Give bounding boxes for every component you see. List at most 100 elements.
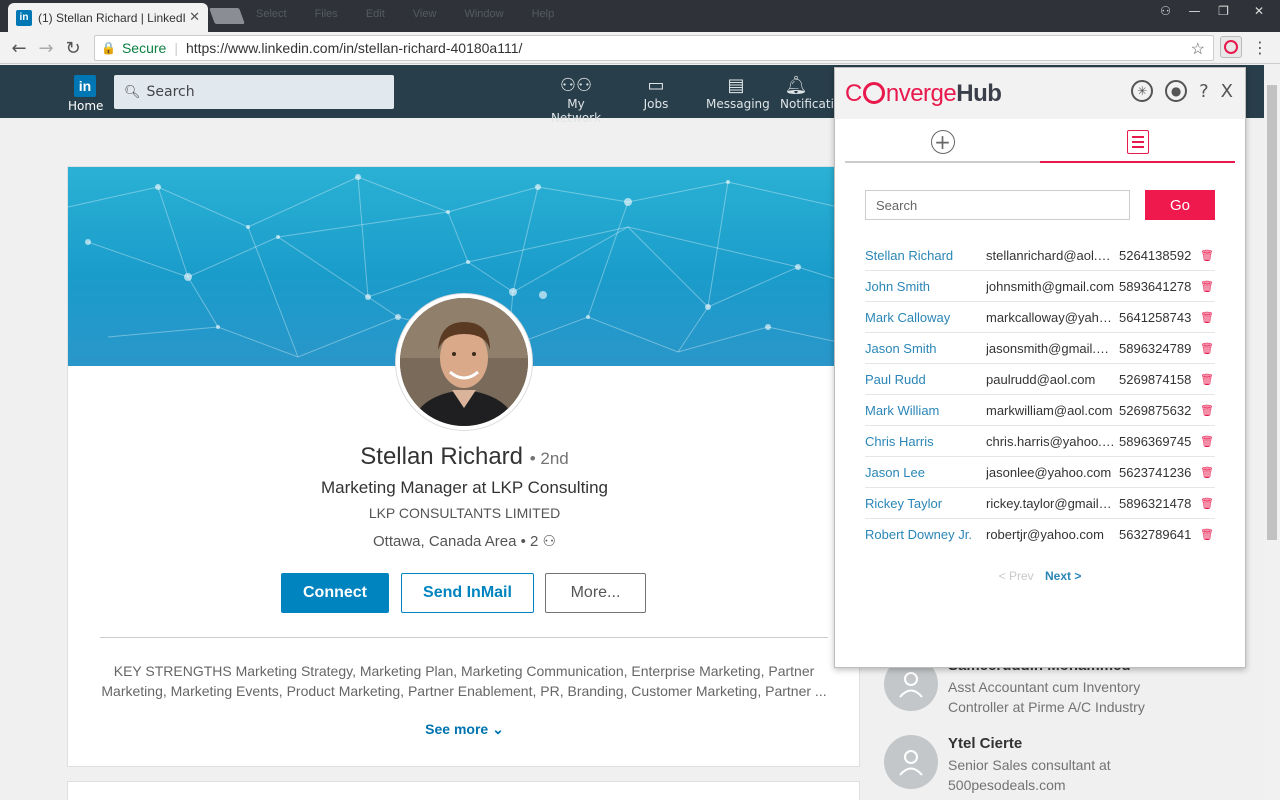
reload-icon[interactable]: ↻ (62, 37, 84, 59)
trash-icon[interactable]: 🗑︎ (1199, 249, 1215, 262)
contact-email: chris.harris@yahoo.com (986, 433, 1119, 449)
contact-phone: 5893641278 (1119, 278, 1192, 294)
plus-icon: + (930, 130, 955, 154)
contact-row: Jason Lee jasonlee@yahoo.com 5623741236 … (865, 457, 1215, 488)
bell-icon: 🔔︎ (784, 75, 808, 96)
forward-arrow-icon[interactable]: → (35, 37, 57, 59)
contact-email: stellanrichard@aol.com (986, 247, 1119, 263)
trash-icon[interactable]: 🗑︎ (1199, 342, 1215, 355)
menu-item[interactable]: Select (256, 8, 287, 20)
browser-tab[interactable]: in (1) Stellan Richard | LinkedIn ✕ (8, 3, 208, 32)
url-text: https://www.linkedin.com/in/stellan-rich… (185, 40, 523, 56)
connect-button[interactable]: Connect (281, 573, 389, 613)
menu-item[interactable]: Window (464, 8, 503, 20)
window-close-icon[interactable]: ✕ (1238, 0, 1280, 22)
contact-email: markwilliam@aol.com (986, 402, 1113, 418)
convergehub-tabs: + (845, 123, 1235, 163)
avatar-placeholder-icon (884, 735, 938, 789)
linkedin-search-input[interactable]: 🔍︎ Search (114, 75, 394, 109)
prev-page-link[interactable]: < Prev (999, 569, 1034, 583)
tab-title: (1) Stellan Richard | LinkedIn (38, 10, 186, 25)
nav-jobs[interactable]: ▭ Jobs (641, 75, 671, 111)
page-scrollbar[interactable] (1264, 65, 1280, 800)
contact-name-link[interactable]: Jason Lee (865, 465, 986, 480)
contact-search-input[interactable]: Search (865, 190, 1130, 220)
nav-messaging[interactable]: ▤ Messaging (706, 75, 770, 111)
people-also-viewed-item[interactable]: Ytel Cierte Senior Sales consultant at 5… (884, 735, 1184, 795)
new-tab-button[interactable] (209, 8, 245, 24)
browser-tab-bar: in (1) Stellan Richard | LinkedIn ✕ Sele… (0, 0, 1280, 32)
help-icon[interactable]: ? (1199, 81, 1209, 102)
profile-summary: KEY STRENGTHS Marketing Strategy, Market… (101, 663, 827, 699)
trash-icon[interactable]: 🗑︎ (1199, 373, 1215, 386)
contact-row: Rickey Taylor rickey.taylor@gmail.com 58… (865, 488, 1215, 519)
url-input[interactable]: 🔒 Secure | https://www.linkedin.com/in/s… (94, 35, 1214, 61)
close-icon[interactable]: X (1221, 81, 1233, 102)
convergehub-header: CnvergeHub ✳ ● ? X (835, 68, 1245, 119)
contact-row: Stellan Richard stellanrichard@aol.com 5… (865, 240, 1215, 271)
window-controls: ⚇ — ❐ ✕ (1151, 0, 1280, 22)
trash-icon[interactable]: 🗑︎ (1199, 497, 1215, 510)
menu-item[interactable]: Edit (366, 8, 385, 20)
send-inmail-button[interactable]: Send InMail (401, 573, 534, 613)
scrollbar-thumb[interactable] (1267, 85, 1277, 540)
nav-my-network[interactable]: ⚇⚇ My Network (543, 75, 609, 125)
contact-name-link[interactable]: Stellan Richard (865, 248, 986, 263)
person-headline: Asst Accountant cum Inventory Controller… (948, 679, 1145, 715)
nav-notifications[interactable]: 🔔︎ Notifications (780, 75, 834, 111)
contact-name-link[interactable]: Mark William (865, 403, 986, 418)
trash-icon[interactable]: 🗑︎ (1199, 466, 1215, 479)
divider (100, 637, 828, 638)
bookmark-star-icon[interactable]: ☆ (1191, 39, 1205, 59)
menu-item[interactable]: View (413, 8, 437, 20)
menu-item[interactable]: Help (532, 8, 555, 20)
profile-photo[interactable] (396, 294, 532, 430)
contact-name-link[interactable]: Jason Smith (865, 341, 986, 356)
trash-icon[interactable]: 🗑︎ (1199, 528, 1215, 541)
settings-wheel-icon[interactable]: ✳ (1131, 80, 1154, 102)
browser-menu-icon[interactable]: ⋮ (1252, 38, 1268, 57)
contact-row: Jason Smith jasonsmith@gmail.com 5896324… (865, 333, 1215, 364)
trash-icon[interactable]: 🗑︎ (1199, 280, 1215, 293)
logo-hub: Hub (956, 80, 1002, 107)
tab-add-contact[interactable]: + (845, 123, 1040, 163)
trash-icon[interactable]: 🗑︎ (1199, 435, 1215, 448)
tab-close-icon[interactable]: ✕ (189, 10, 200, 25)
see-more-link[interactable]: See more ⌄ (68, 721, 861, 738)
profile-headline: Marketing Manager at LKP Consulting (321, 478, 608, 497)
menu-item[interactable]: Files (315, 8, 338, 20)
header-actions: ✳ ● ? X (1131, 80, 1233, 102)
contact-email: jasonsmith@gmail.com (986, 340, 1119, 356)
contact-name-link[interactable]: Paul Rudd (865, 372, 986, 387)
profile-location-row: Ottawa, Canada Area • 2 ⚇ (68, 532, 861, 550)
back-arrow-icon[interactable]: ← (8, 37, 30, 59)
tab-contact-list[interactable] (1040, 123, 1235, 163)
user-icon[interactable]: ⚇ (1151, 0, 1180, 22)
contact-name-link[interactable]: Robert Downey Jr. (865, 527, 986, 542)
next-page-link[interactable]: Next > (1045, 569, 1081, 583)
minimize-icon[interactable]: — (1180, 0, 1209, 22)
convergehub-extension-icon[interactable] (1220, 36, 1242, 58)
contact-name-link[interactable]: John Smith (865, 279, 986, 294)
person-name[interactable]: Ytel Cierte (948, 735, 1022, 752)
address-bar-row: ← → ↻ 🔒 Secure | https://www.linkedin.co… (0, 32, 1280, 64)
trash-icon[interactable]: 🗑︎ (1199, 311, 1215, 324)
contact-name-link[interactable]: Mark Calloway (865, 310, 986, 325)
profile-name: Stellan Richard • 2nd (68, 443, 861, 471)
connections-count[interactable]: • 2 (521, 533, 539, 550)
more-button[interactable]: More... (545, 573, 646, 613)
profile-photo-image (400, 298, 528, 426)
nav-label: Jobs (643, 97, 669, 111)
nav-home[interactable]: in Home (68, 75, 103, 113)
contact-row: Mark Calloway markcalloway@yahoo.com 564… (865, 302, 1215, 333)
restore-icon[interactable]: ❐ (1209, 0, 1238, 22)
contact-name-link[interactable]: Chris Harris (865, 434, 986, 449)
contact-phone: 5896321478 (1119, 495, 1192, 511)
contact-list: Stellan Richard stellanrichard@aol.com 5… (865, 240, 1215, 550)
profile-location: Ottawa, Canada Area (373, 533, 517, 550)
profile-name-text: Stellan Richard (360, 443, 524, 470)
trash-icon[interactable]: 🗑︎ (1199, 404, 1215, 417)
contact-name-link[interactable]: Rickey Taylor (865, 496, 986, 511)
go-button[interactable]: Go (1145, 190, 1215, 220)
user-profile-icon[interactable]: ● (1165, 80, 1188, 102)
